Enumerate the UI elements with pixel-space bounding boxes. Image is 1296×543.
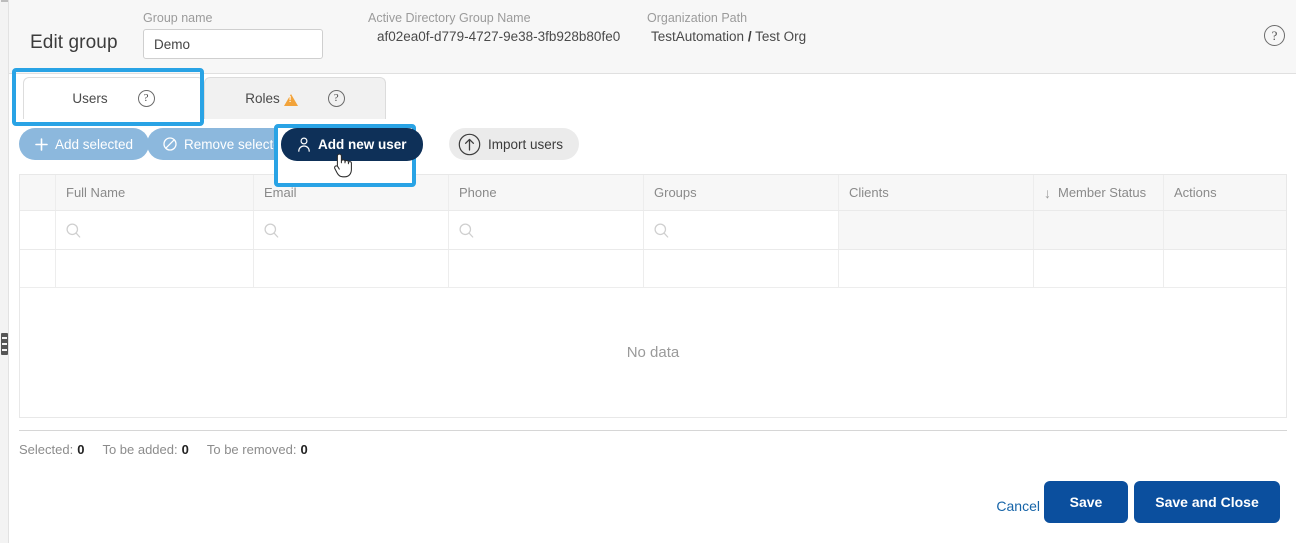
- grid-header-label-email: Email: [264, 185, 297, 200]
- tab-roles-inner: Roles: [245, 91, 298, 106]
- group-name-field-block: Group name: [143, 11, 323, 59]
- grid-filter-status: [1034, 211, 1164, 249]
- grid-header-phone[interactable]: Phone: [449, 175, 644, 210]
- tab-roles-help-circle-icon[interactable]: ?: [328, 90, 345, 107]
- plus-icon: [35, 138, 48, 151]
- tab-users-label: Users: [72, 91, 107, 106]
- summary-selected: Selected: 0: [19, 442, 84, 457]
- grid-filter-phone[interactable]: [449, 211, 644, 249]
- cancel-button[interactable]: Cancel: [992, 492, 1044, 520]
- search-icon[interactable]: [66, 223, 81, 238]
- tab-bar: Users ? Roles ?: [9, 74, 1296, 119]
- save-button[interactable]: Save: [1044, 481, 1128, 523]
- grid-filter-fullname[interactable]: [56, 211, 254, 249]
- organization-sub: Test Org: [755, 29, 806, 44]
- grid-toolbar: Add selected Remove selected Add new use…: [9, 126, 1296, 166]
- grid-filter-clients: [839, 211, 1034, 249]
- summary-selected-label: Selected:: [19, 442, 73, 457]
- import-users-button[interactable]: Import users: [449, 128, 579, 160]
- summary-selected-value: 0: [77, 442, 84, 457]
- tab-users-help-circle-icon[interactable]: ?: [138, 90, 155, 107]
- organization-path-block: Organization Path TestAutomation / Test …: [647, 11, 806, 44]
- import-users-label: Import users: [488, 137, 563, 152]
- grid-header-status[interactable]: ↓ Member Status: [1034, 175, 1164, 210]
- grid-header-fullname[interactable]: Full Name: [56, 175, 254, 210]
- scrollbar-track-top: [1, 0, 8, 2]
- grid-filter-email[interactable]: [254, 211, 449, 249]
- grid-cell-empty-actions: [1164, 250, 1286, 287]
- grid-filter-row: [20, 211, 1286, 250]
- add-selected-button[interactable]: Add selected: [19, 128, 149, 160]
- grid-cell-empty-phone: [449, 250, 644, 287]
- save-and-close-button[interactable]: Save and Close: [1134, 481, 1280, 523]
- grid-header-actions[interactable]: Actions: [1164, 175, 1286, 210]
- search-icon[interactable]: [459, 223, 474, 238]
- summary-to-be-added: To be added: 0: [102, 442, 188, 457]
- add-new-user-button[interactable]: Add new user: [281, 128, 423, 161]
- sort-down-arrow-icon: ↓: [1044, 186, 1051, 200]
- grid-filter-check: [20, 211, 56, 249]
- summary-to-be-added-value: 0: [182, 442, 189, 457]
- grid-cell-empty-groups: [644, 250, 839, 287]
- summary-to-be-removed-label: To be removed:: [207, 442, 297, 457]
- grid-cell-empty-email: [254, 250, 449, 287]
- ad-group-name-label: Active Directory Group Name: [368, 11, 620, 25]
- summary-to-be-removed: To be removed:0: [207, 442, 308, 457]
- grid-header-label-phone: Phone: [459, 185, 497, 200]
- remove-selected-label: Remove selected: [184, 137, 288, 152]
- tab-roles-label: Roles: [245, 91, 280, 106]
- selection-summary: Selected:0 To be added:0 To be removed:0: [19, 430, 1287, 460]
- help-circle-icon[interactable]: ?: [1264, 25, 1285, 46]
- summary-to-be-added-label: To be added:: [102, 442, 177, 457]
- warning-triangle-icon: [284, 94, 298, 106]
- search-icon[interactable]: [264, 223, 279, 238]
- path-separator: /: [748, 29, 752, 44]
- grid-filter-actions: [1164, 211, 1286, 249]
- grid-header-row: Full Name Email Phone Groups Clients ↓ Member …: [20, 175, 1286, 211]
- no-entry-icon: [163, 137, 177, 151]
- dialog-footer: Cancel Save Save and Close: [9, 470, 1296, 543]
- grid-cell-empty-clients: [839, 250, 1034, 287]
- edit-group-dialog: Edit group Group name Active Directory G…: [0, 0, 1296, 543]
- person-icon: [297, 137, 311, 152]
- users-grid: Full Name Email Phone Groups Clients ↓ Member …: [19, 174, 1287, 418]
- tab-users-inner: Users: [72, 91, 107, 106]
- organization-path-label: Organization Path: [647, 11, 806, 25]
- grid-cell-empty-status: [1034, 250, 1164, 287]
- grid-header-label-status: Member Status: [1058, 185, 1146, 200]
- group-name-input[interactable]: [143, 29, 323, 59]
- grid-header-check: [20, 175, 56, 210]
- dialog-header: Edit group Group name Active Directory G…: [9, 0, 1296, 74]
- scrollbar-thumb[interactable]: [1, 333, 8, 355]
- grid-header-label-clients: Clients: [849, 185, 889, 200]
- grid-header-label-fullname: Full Name: [66, 185, 125, 200]
- ad-group-name-value: af02ea0f-d779-4727-9e38-3fb928b80fe0: [368, 29, 620, 44]
- page-scrollbar[interactable]: [0, 0, 9, 543]
- organization-root: TestAutomation: [651, 29, 744, 44]
- tab-roles[interactable]: Roles ?: [204, 77, 386, 119]
- add-new-user-label: Add new user: [318, 137, 407, 152]
- organization-path-value: TestAutomation / Test Org: [647, 29, 806, 44]
- grid-header-clients[interactable]: Clients: [839, 175, 1034, 210]
- grid-no-data-message: No data: [20, 288, 1286, 416]
- grid-cell-empty-check: [20, 250, 56, 287]
- summary-to-be-removed-value: 0: [300, 442, 307, 457]
- arrow-up-circle-icon: [458, 133, 481, 156]
- grid-header-email[interactable]: Email: [254, 175, 449, 210]
- grid-header-label-groups: Groups: [654, 185, 697, 200]
- grid-filter-groups[interactable]: [644, 211, 839, 249]
- grid-header-label-actions: Actions: [1174, 185, 1217, 200]
- ad-group-name-block: Active Directory Group Name af02ea0f-d77…: [368, 11, 620, 44]
- tab-users[interactable]: Users ?: [23, 77, 204, 119]
- search-icon[interactable]: [654, 223, 669, 238]
- grid-placeholder-row: [20, 250, 1286, 288]
- grid-header-groups[interactable]: Groups: [644, 175, 839, 210]
- group-name-label: Group name: [143, 11, 323, 25]
- page-title: Edit group: [30, 32, 118, 54]
- add-selected-label: Add selected: [55, 137, 133, 152]
- grid-cell-empty-fullname: [56, 250, 254, 287]
